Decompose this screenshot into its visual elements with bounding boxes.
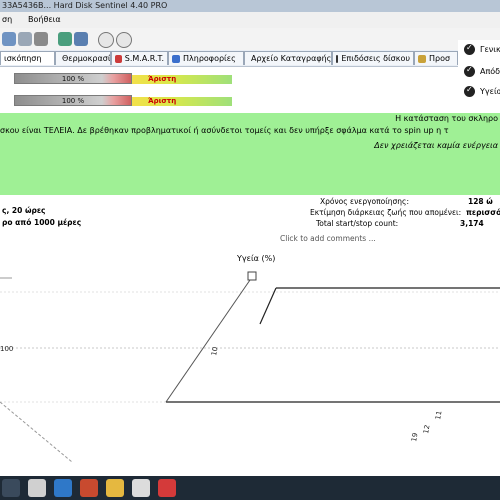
power-on-time-label: Χρόνος ενεργοποίησης: [320, 197, 409, 206]
status-panel: Γενικ Απόδοση Υγεία [458, 40, 500, 102]
toolbar [0, 28, 500, 51]
tab-alerts[interactable]: Προσ [414, 51, 458, 65]
drive-icon[interactable] [2, 32, 16, 46]
health-bar-label: 100 % [61, 97, 85, 105]
x-tick-label-10: 10 [210, 346, 219, 356]
tab-disk-performance-label: Επιδόσεις δίσκου [341, 54, 410, 63]
status-performance-label: Απόδοση [480, 67, 500, 76]
tab-smart[interactable]: S.M.A.R.T. [111, 51, 168, 65]
lifetime-value: περισσό [466, 208, 500, 217]
menu-bar: ση Βοήθεια [0, 12, 500, 28]
tab-temperature[interactable]: Θερμοκρασία [55, 51, 111, 65]
smart-icon [115, 54, 122, 63]
search-icon[interactable] [28, 479, 46, 497]
menu-item-0[interactable]: ση [2, 15, 12, 24]
power-on-time-value: 128 ώ [468, 197, 493, 206]
status-general: Γενικ [464, 43, 500, 55]
help-icon[interactable] [116, 32, 132, 48]
status-line-1: Η κατάσταση του σκληρο [395, 114, 498, 123]
x-tick-label-19: 19 [410, 432, 419, 442]
health-series-rise [165, 279, 251, 403]
performance-bar: 100 % [14, 73, 132, 84]
tab-log-label: Αρχείο Καταγραφής [251, 54, 332, 63]
refresh-icon[interactable] [18, 32, 32, 46]
app-icon-2[interactable] [132, 479, 150, 497]
check-icon [464, 85, 475, 97]
disk-performance-icon [336, 54, 339, 63]
y-tick-label-100: 100 [0, 345, 13, 353]
app-icon-1[interactable] [80, 479, 98, 497]
tab-information-label: Πληροφορίες [183, 54, 236, 63]
test-icon[interactable] [74, 32, 88, 46]
tab-disk-performance[interactable]: Επιδόσεις δίσκου [332, 51, 414, 65]
settings-icon[interactable] [34, 32, 48, 46]
folder-icon[interactable] [106, 479, 124, 497]
health-series-connector [259, 287, 277, 325]
health-rating: Άριστη [132, 97, 232, 106]
tab-overview[interactable]: ισκόπηση [0, 51, 55, 65]
status-performance: Απόδοση [464, 65, 500, 77]
health-bar: 100 % [14, 95, 132, 106]
tab-temperature-label: Θερμοκρασία [62, 54, 111, 63]
tab-bar: ισκόπηση Θερμοκρασία S.M.A.R.T. Πληροφορ… [0, 50, 458, 67]
check-icon [464, 65, 475, 77]
start-stop-value: 3,174 [460, 219, 484, 228]
power-icon[interactable] [98, 32, 114, 48]
data-point-marker[interactable] [247, 271, 257, 281]
status-line-2: σκου είναι ΤΕΛΕΙΑ. Δε βρέθηκαν προβληματ… [0, 126, 449, 135]
performance-rating: Άριστη [132, 75, 232, 84]
window-title: 33A5436B... Hard Disk Sentinel 4.40 PRO [2, 1, 168, 10]
x-tick-label-11: 11 [434, 410, 443, 420]
menu-item-help[interactable]: Βοήθεια [28, 15, 61, 24]
status-health: Υγεία [464, 85, 500, 97]
report-icon[interactable] [58, 32, 72, 46]
status-line-3: Δεν χρειάζεται καμία ενέργεια [374, 141, 498, 150]
health-series-left-segment [0, 401, 73, 463]
remaining-lifetime-left: ρο από 1000 μέρες [2, 218, 82, 227]
alerts-icon [418, 54, 426, 63]
comment-field[interactable]: Click to add comments ... [280, 234, 500, 246]
status-health-label: Υγεία [480, 87, 500, 96]
tab-smart-label: S.M.A.R.T. [124, 54, 164, 63]
tab-information[interactable]: Πληροφορίες [168, 51, 244, 65]
performance-bar-label: 100 % [61, 75, 85, 83]
chart-svg: 100 10 11 12 19 [0, 271, 500, 463]
tab-alerts-label: Προσ [429, 54, 451, 63]
check-icon [464, 43, 475, 55]
tab-log[interactable]: Αρχείο Καταγραφής [244, 51, 332, 65]
taskbar [0, 476, 500, 500]
app-icon-3[interactable] [158, 479, 176, 497]
status-general-label: Γενικ [480, 45, 500, 54]
power-on-time-left: ς, 20 ώρες [2, 206, 46, 215]
tab-overview-label: ισκόπηση [4, 54, 42, 63]
x-tick-label-12: 12 [422, 424, 431, 434]
taskview-icon[interactable] [54, 479, 72, 497]
lifetime-label: Εκτίμηση διάρκειας ζωής που απομένει: [310, 208, 462, 217]
health-chart: Υγεία (%) 100 10 11 12 19 [0, 252, 500, 470]
info-icon [172, 54, 180, 63]
status-description-box: Η κατάσταση του σκληρο σκου είναι ΤΕΛΕΙΑ… [0, 113, 500, 195]
start-stop-label: Total start/stop count: [316, 219, 399, 228]
start-button[interactable] [2, 479, 20, 497]
window-titlebar: 33A5436B... Hard Disk Sentinel 4.40 PRO [0, 0, 500, 12]
